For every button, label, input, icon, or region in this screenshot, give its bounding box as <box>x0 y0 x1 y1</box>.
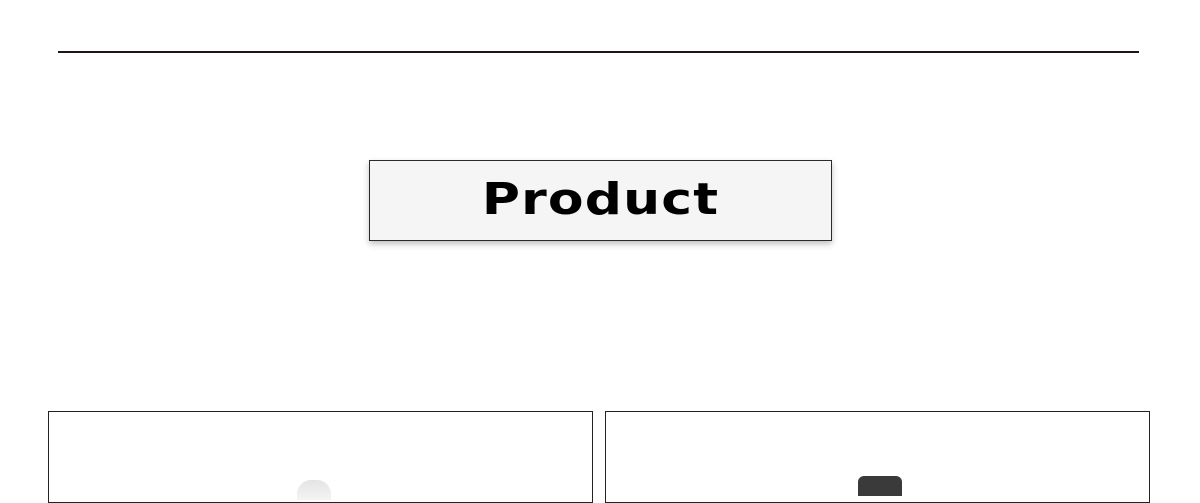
top-divider <box>58 51 1139 53</box>
product-card[interactable] <box>48 411 593 503</box>
product-card[interactable] <box>605 411 1150 503</box>
section-title: Product <box>481 174 720 225</box>
product-photo-icon[interactable] <box>858 476 902 496</box>
section-title-box: Product <box>369 160 832 241</box>
product-photo-icon[interactable] <box>297 480 331 500</box>
